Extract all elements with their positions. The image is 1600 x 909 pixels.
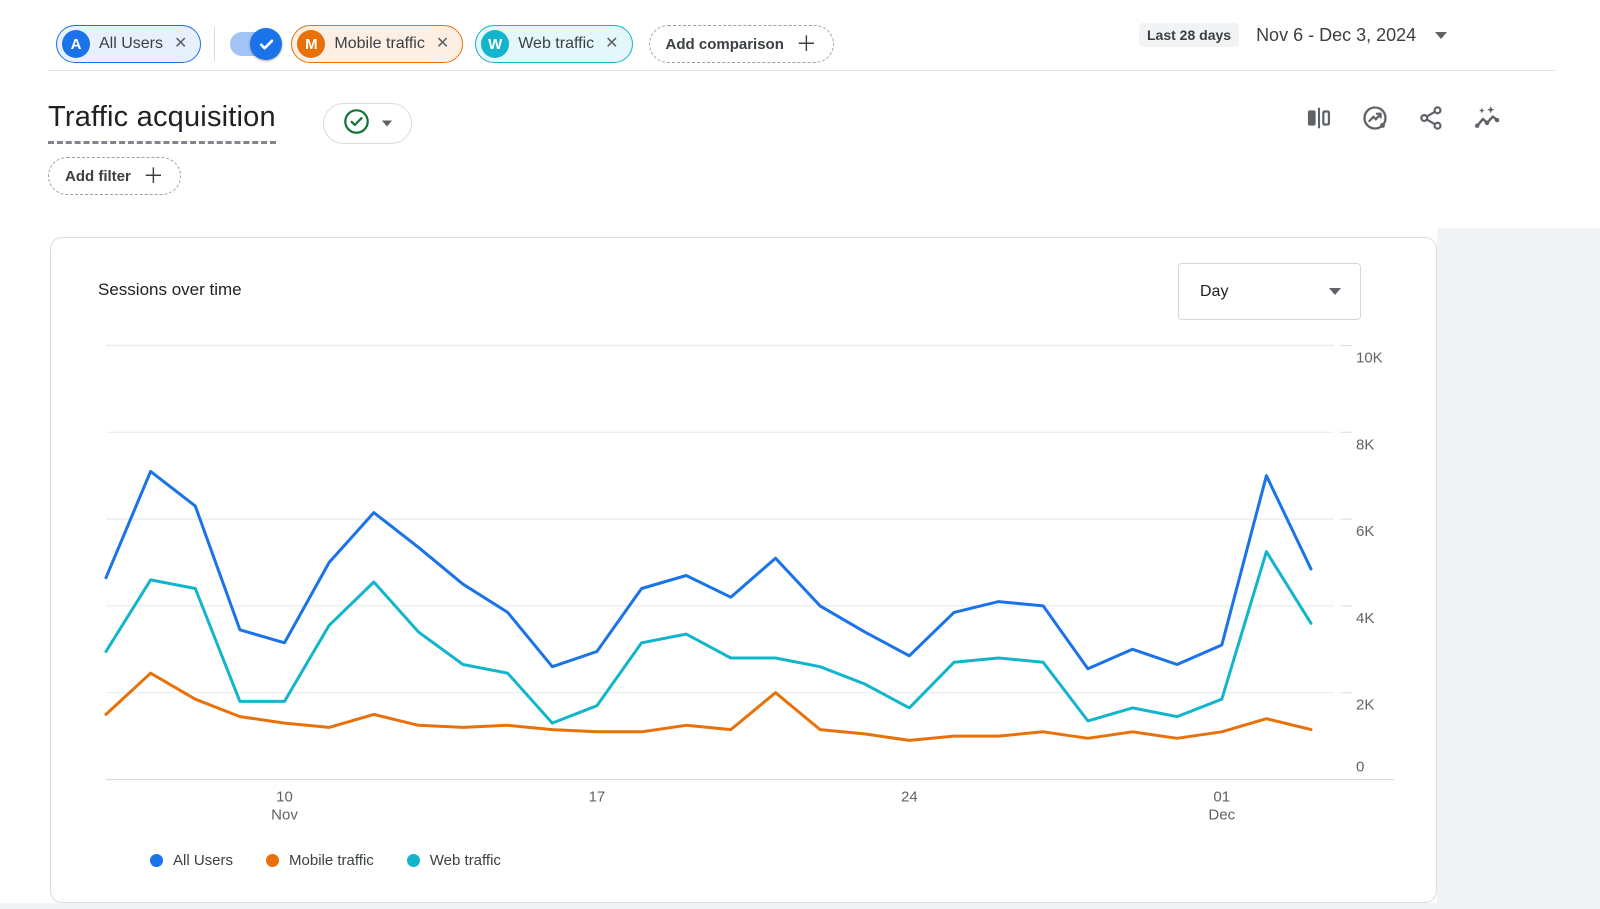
comparison-chip-all-users[interactable]: A All Users ✕: [56, 25, 201, 63]
web-traffic-avatar: W: [481, 30, 509, 58]
chevron-down-icon: [1435, 32, 1447, 39]
x-tick-label: 10: [276, 789, 293, 806]
add-comparison-label: Add comparison: [666, 36, 784, 53]
y-tick-label: 2K: [1356, 697, 1374, 714]
legend-item: Web traffic: [407, 852, 501, 869]
x-tick-month-label: Dec: [1208, 807, 1235, 824]
date-range-picker[interactable]: Last 28 days Nov 6 - Dec 3, 2024: [1139, 0, 1447, 70]
series-line-mobile-traffic[interactable]: [106, 673, 1311, 740]
y-tick-label: 8K: [1356, 436, 1374, 453]
legend-dot-icon: [266, 854, 279, 867]
comparison-toggle[interactable]: [228, 28, 282, 60]
report-toolbar: [1304, 103, 1501, 132]
mobile-traffic-avatar: M: [297, 30, 325, 58]
insights-icon[interactable]: [1360, 103, 1389, 132]
close-icon[interactable]: ✕: [174, 36, 187, 52]
right-gutter: [1437, 228, 1600, 909]
y-tick-label: 4K: [1356, 610, 1374, 627]
y-tick-label: 6K: [1356, 523, 1374, 540]
plus-icon: ＋: [796, 34, 817, 55]
toggle-thumb-check-icon: [250, 28, 282, 60]
divider: [48, 70, 1556, 71]
green-check-icon: [343, 108, 370, 140]
chevron-down-icon: [381, 121, 391, 127]
x-tick-label: 17: [589, 789, 606, 806]
analytics-report-page: A All Users ✕ M Mobile traffic ✕ W Web t…: [0, 0, 1600, 909]
sessions-chart[interactable]: 0 2K 4K 6K 8K 10K 10Nov 17 24 01Dec: [51, 328, 1438, 868]
legend-label: All Users: [173, 852, 233, 869]
close-icon[interactable]: ✕: [605, 36, 618, 52]
add-filter-button[interactable]: Add filter ＋: [48, 157, 181, 195]
granularity-select[interactable]: Day: [1178, 263, 1361, 320]
legend-item: Mobile traffic: [266, 852, 374, 869]
chevron-down-icon: [1329, 288, 1341, 295]
close-icon[interactable]: ✕: [436, 36, 449, 52]
plus-icon: ＋: [143, 166, 164, 187]
report-status-dropdown[interactable]: [323, 103, 412, 144]
bottom-gutter: [0, 903, 1600, 909]
x-tick-label: 01: [1213, 789, 1230, 806]
share-icon[interactable]: [1416, 103, 1445, 132]
chip-label: All Users: [99, 35, 163, 53]
chart-title: Sessions over time: [98, 280, 242, 300]
comparison-chip-mobile-traffic[interactable]: M Mobile traffic ✕: [291, 25, 463, 63]
date-range-preset-badge: Last 28 days: [1139, 23, 1239, 47]
legend-dot-icon: [150, 854, 163, 867]
legend-label: Mobile traffic: [289, 852, 374, 869]
all-users-avatar: A: [62, 30, 90, 58]
trend-sparkle-icon[interactable]: [1472, 103, 1501, 132]
legend-dot-icon: [407, 854, 420, 867]
x-tick-month-label: Nov: [271, 807, 298, 824]
y-tick-label: 0: [1356, 759, 1364, 776]
page-title: Traffic acquisition: [48, 101, 276, 144]
chip-label: Mobile traffic: [334, 35, 424, 53]
y-tick-label: 10K: [1356, 350, 1383, 367]
divider: [214, 27, 215, 61]
x-tick-label: 24: [901, 789, 918, 806]
comparison-bar: A All Users ✕ M Mobile traffic ✕ W Web t…: [56, 24, 834, 64]
chip-label: Web traffic: [518, 35, 594, 53]
series-line-all-users[interactable]: [106, 471, 1311, 668]
chart-legend: All Users Mobile traffic Web traffic: [150, 852, 501, 869]
add-comparison-button[interactable]: Add comparison ＋: [649, 25, 834, 63]
date-range-value: Nov 6 - Dec 3, 2024: [1256, 25, 1416, 46]
comparison-chip-web-traffic[interactable]: W Web traffic ✕: [475, 25, 632, 63]
granularity-value: Day: [1200, 283, 1228, 301]
sessions-over-time-card: Sessions over time Day 0 2K 4K 6K 8K 10K 10Nov…: [50, 237, 1437, 903]
add-filter-label: Add filter: [65, 168, 131, 185]
legend-label: Web traffic: [430, 852, 501, 869]
compare-icon[interactable]: [1304, 103, 1333, 132]
legend-item: All Users: [150, 852, 233, 869]
